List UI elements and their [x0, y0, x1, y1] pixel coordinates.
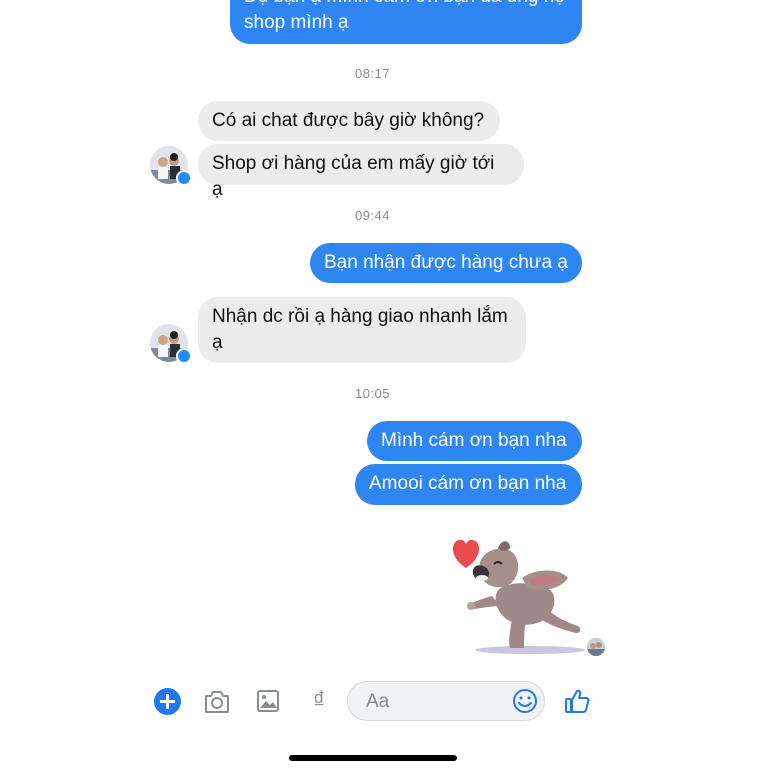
payment-button[interactable]: ₫ — [309, 686, 329, 716]
message-bubble-outgoing-partial[interactable]: Dụ bạn ạ mình cám ơn bạn đã ủng hộ shop … — [230, 0, 582, 44]
avatar[interactable] — [150, 146, 192, 186]
message-text: Mình cám ơn bạn nha — [381, 430, 567, 451]
message-bubble-outgoing[interactable]: Bạn nhận được hàng chưa ạ — [310, 243, 582, 283]
image-icon — [257, 690, 279, 712]
camera-button[interactable] — [203, 689, 231, 715]
message-text: Bạn nhận được hàng chưa ạ — [324, 252, 568, 273]
gallery-button[interactable] — [256, 688, 280, 714]
message-bubble-incoming[interactable]: Có ai chat được bây giờ không? — [198, 101, 500, 141]
message-text: Dụ bạn ạ mình cám ơn bạn đã ủng hộ — [244, 0, 568, 10]
camera-icon — [205, 691, 229, 713]
message-bubble-incoming[interactable]: Nhận dc rồi ạ hàng giao nhanh lắm ạ — [198, 297, 526, 363]
emoji-icon — [513, 689, 537, 713]
dong-icon: ₫ — [312, 687, 326, 714]
dog-heart-sticker-image — [452, 539, 585, 654]
avatar[interactable] — [150, 324, 192, 364]
timestamp: 10:05 — [354, 386, 391, 401]
message-composer[interactable] — [347, 681, 545, 721]
message-text: Shop ơi hàng của em mấy giờ tới ạ — [212, 153, 495, 200]
timestamp: 08:17 — [354, 66, 391, 81]
seen-avatar — [587, 638, 605, 656]
emoji-button[interactable] — [512, 688, 538, 714]
message-input[interactable] — [364, 690, 508, 714]
like-button[interactable] — [563, 687, 591, 715]
plus-icon — [160, 694, 175, 709]
message-bubble-outgoing[interactable]: Amooi cám ơn bạn nha — [355, 464, 582, 505]
message-text: ạ — [212, 332, 223, 353]
plus-button[interactable] — [154, 688, 181, 715]
messenger-badge-icon — [176, 170, 192, 186]
thumbs-up-icon — [565, 689, 590, 713]
message-bubble-outgoing[interactable]: Mình cám ơn bạn nha — [367, 421, 582, 461]
messenger-badge-icon — [176, 348, 192, 364]
message-text: Có ai chat được bây giờ không? — [212, 110, 485, 131]
dog-heart-sticker[interactable] — [440, 530, 590, 658]
message-text: Nhận dc rồi ạ hàng giao nhanh lắm — [212, 306, 508, 327]
message-bubble-incoming[interactable]: Shop ơi hàng của em mấy giờ tới ạ — [198, 144, 524, 200]
message-text: Amooi cám ơn bạn nha — [369, 473, 567, 494]
timestamp: 09:44 — [354, 208, 391, 223]
message-text: shop mình ạ — [244, 12, 349, 33]
home-indicator — [289, 755, 457, 761]
